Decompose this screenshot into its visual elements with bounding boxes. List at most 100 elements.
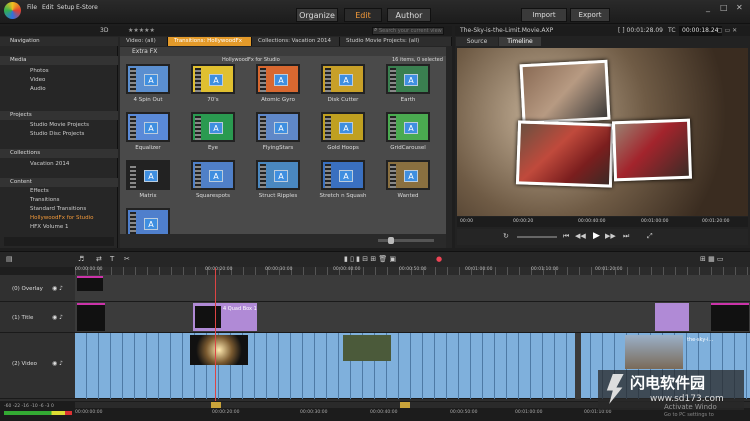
track-header-overlay[interactable]: (0) Overlay ◉ ♪ <box>0 275 75 302</box>
nav-item-audio[interactable]: Audio <box>30 86 46 92</box>
nav-item-movie-projects[interactable]: Studio Movie Projects <box>30 122 89 128</box>
footer-ruler-label: 00:01:00:00 <box>515 410 543 415</box>
overlay-clip[interactable] <box>77 276 103 291</box>
title-clip[interactable] <box>77 303 105 331</box>
track-icon[interactable]: ⇄ <box>96 255 102 263</box>
timecode-field[interactable]: 00:00:18.24 <box>679 26 722 36</box>
transition-thumb[interactable]: A <box>126 112 170 142</box>
playhead[interactable] <box>215 268 216 403</box>
razor-icon[interactable]: ✂ <box>124 255 130 263</box>
nav-section-projects[interactable]: Projects <box>0 111 118 120</box>
nav-section-collections[interactable]: Collections <box>0 149 118 158</box>
menu-setup[interactable]: Setup <box>57 4 74 11</box>
transition-thumb[interactable]: A <box>191 160 235 190</box>
tab-source[interactable]: Source <box>456 37 498 46</box>
transition-thumb[interactable]: A <box>321 112 365 142</box>
transition-preview-icon: A <box>274 122 288 134</box>
transition-thumb[interactable]: A <box>256 160 300 190</box>
transition-thumb[interactable]: A <box>321 64 365 94</box>
search-input[interactable] <box>372 27 444 35</box>
timeline-settings-icon[interactable]: ▤ <box>6 255 13 263</box>
transition-thumb[interactable]: A <box>256 64 300 94</box>
nav-item-vacation[interactable]: Vacation 2014 <box>30 161 69 167</box>
tab-transitions[interactable]: Transitions: HollywoodFx <box>168 37 252 46</box>
import-button[interactable]: Import <box>521 8 567 22</box>
loop-icon[interactable]: ↻ <box>503 232 509 240</box>
transition-preview-icon: A <box>404 74 418 86</box>
title-tool-icon[interactable]: T <box>110 255 114 263</box>
nav-item-hfx-volume[interactable]: HFX Volume 1 <box>30 224 69 230</box>
film-strip-icon <box>195 164 201 188</box>
transition-thumb[interactable]: A <box>191 64 235 94</box>
preview-ruler[interactable]: 00:00 00:00:20 00:00:40:00 00:01:00:00 0… <box>457 217 748 227</box>
transition-thumb[interactable]: A <box>386 112 430 142</box>
rating-stars[interactable]: ★★★★★ <box>128 27 155 34</box>
volume-slider[interactable] <box>517 236 557 238</box>
timeline-ruler[interactable]: 00:00:00:00 00:00:20:00 00:00:30:00 00:00:4… <box>75 267 750 275</box>
nav-item-transitions[interactable]: Transitions <box>30 197 59 203</box>
nav-item-effects[interactable]: Effects <box>30 188 49 194</box>
nav-section-content[interactable]: Content <box>0 178 118 187</box>
zoom-slider[interactable] <box>378 239 434 242</box>
tool-icons[interactable]: ▮ ▯ ▮ ⊟ ⊞ 🗑 ▣ <box>344 255 396 263</box>
title-clip-end-2[interactable] <box>711 303 749 331</box>
watermark-logo-icon <box>606 374 624 404</box>
nav-section-media[interactable]: Media <box>0 56 118 65</box>
zoom-slider-handle[interactable] <box>388 237 394 244</box>
3d-toggle[interactable]: 3D <box>100 27 108 34</box>
nav-item-video[interactable]: Video <box>30 77 45 83</box>
edit-tab[interactable]: Edit <box>344 8 382 22</box>
track-visibility-icon[interactable]: ◉ ♪ <box>52 360 63 367</box>
minimize-icon[interactable]: _ <box>706 3 710 12</box>
film-strip-icon <box>260 164 266 188</box>
view-icons[interactable]: ⊞ ▦ ▭ <box>700 255 724 263</box>
export-button[interactable]: Export <box>570 8 610 22</box>
transition-thumb[interactable]: A <box>126 160 170 190</box>
transition-thumb[interactable]: A <box>126 64 170 94</box>
menu-estore[interactable]: E-Store <box>76 4 98 11</box>
track-visibility-icon[interactable]: ◉ ♪ <box>52 285 63 292</box>
menu-file[interactable]: File <box>27 4 37 11</box>
project-title: The-Sky-is-the-Limit.Movie.AXP <box>460 27 554 34</box>
track-overlay[interactable] <box>75 275 750 302</box>
fullscreen-icon[interactable]: ⤢ <box>647 232 653 241</box>
step-back-icon[interactable]: ◀◀ <box>575 232 586 240</box>
track-header-title[interactable]: (1) Title ◉ ♪ <box>0 302 75 333</box>
step-fwd-icon[interactable]: ▶▶ <box>605 232 616 240</box>
organize-tab[interactable]: Organize <box>296 8 338 22</box>
video-preview[interactable] <box>457 48 748 216</box>
tc-label: TC <box>668 27 676 34</box>
tab-collections[interactable]: Collections: Vacation 2014 <box>252 37 340 46</box>
app-logo-icon[interactable] <box>4 2 21 19</box>
player-window-icons[interactable]: ▢ ▭ ✕ <box>717 26 737 36</box>
quad-box-clip[interactable]: 4 Quad Box 1 <box>193 303 257 331</box>
track-title[interactable]: 4 Quad Box 1 <box>75 302 750 333</box>
footer-ruler-label: 00:00:20:00 <box>212 410 240 415</box>
track-header-video[interactable]: (2) Video ◉ ♪ <box>0 333 75 399</box>
transition-thumb[interactable]: A <box>321 160 365 190</box>
transition-thumb[interactable]: A <box>256 112 300 142</box>
maximize-icon[interactable]: □ <box>720 3 728 12</box>
tab-timeline[interactable]: Timeline <box>499 37 541 46</box>
nav-item-disc-projects[interactable]: Studio Disc Projects <box>30 131 84 137</box>
ruler-label: 00:00:20:00 <box>205 267 233 272</box>
tab-video[interactable]: Video: (all) <box>120 37 168 46</box>
transition-thumb[interactable]: A <box>386 64 430 94</box>
tab-projects[interactable]: Studio Movie Projects: (all) <box>340 37 452 46</box>
close-icon[interactable]: ✕ <box>736 3 743 12</box>
transition-thumb[interactable]: A <box>191 112 235 142</box>
play-icon[interactable]: ▶ <box>593 231 600 241</box>
nav-item-photos[interactable]: Photos <box>30 68 49 74</box>
author-tab[interactable]: Author <box>387 8 431 22</box>
menu-edit[interactable]: Edit <box>42 4 54 11</box>
nav-item-standard-transitions[interactable]: Standard Transitions <box>30 206 86 212</box>
marker-icon[interactable]: ● <box>436 255 442 263</box>
title-clip-end[interactable] <box>655 303 689 331</box>
transition-thumb[interactable]: A <box>386 160 430 190</box>
track-visibility-icon[interactable]: ◉ ♪ <box>52 314 63 321</box>
transition-preview-icon: A <box>339 122 353 134</box>
go-start-icon[interactable]: ⏮ <box>563 232 569 241</box>
nav-item-hollywoodfx[interactable]: HollywoodFx for Studio <box>30 215 94 221</box>
mixer-icon[interactable]: ♬ <box>78 255 84 263</box>
go-end-icon[interactable]: ⏭ <box>623 232 629 241</box>
